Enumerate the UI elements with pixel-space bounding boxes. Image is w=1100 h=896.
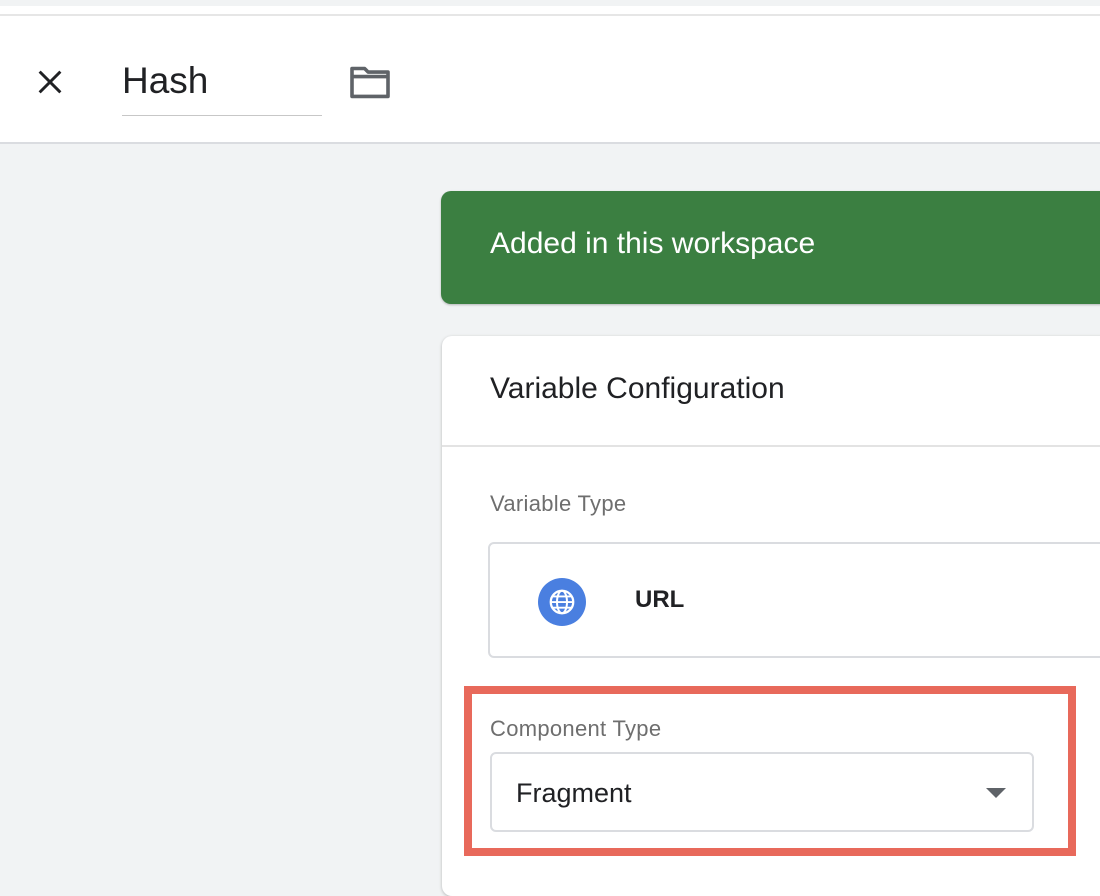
component-type-label: Component Type	[490, 716, 662, 741]
component-type-dropdown[interactable]: Fragment	[490, 752, 1034, 832]
close-icon	[38, 70, 62, 94]
folder-icon	[350, 66, 390, 99]
variable-type-label: Variable Type	[490, 491, 627, 516]
globe-icon	[538, 578, 586, 626]
workspace-status-banner: Added in this workspace	[441, 191, 1100, 304]
variable-type-value: URL	[635, 586, 685, 613]
variable-configuration-card: Variable Configuration Variable Type URL…	[442, 336, 1100, 896]
component-type-value: Fragment	[516, 778, 632, 808]
card-divider	[442, 445, 1100, 447]
folder-button[interactable]	[346, 60, 394, 104]
editor-header: Hash	[0, 16, 1100, 144]
variable-name-field[interactable]: Hash	[122, 52, 322, 116]
variable-type-selector[interactable]: URL	[488, 542, 1100, 658]
variable-name-value: Hash	[122, 60, 209, 101]
banner-text: Added in this workspace	[490, 227, 816, 260]
top-strip	[0, 0, 1100, 16]
dropdown-arrow-icon	[986, 788, 1006, 798]
close-button[interactable]	[28, 60, 72, 104]
card-title: Variable Configuration	[490, 372, 785, 405]
